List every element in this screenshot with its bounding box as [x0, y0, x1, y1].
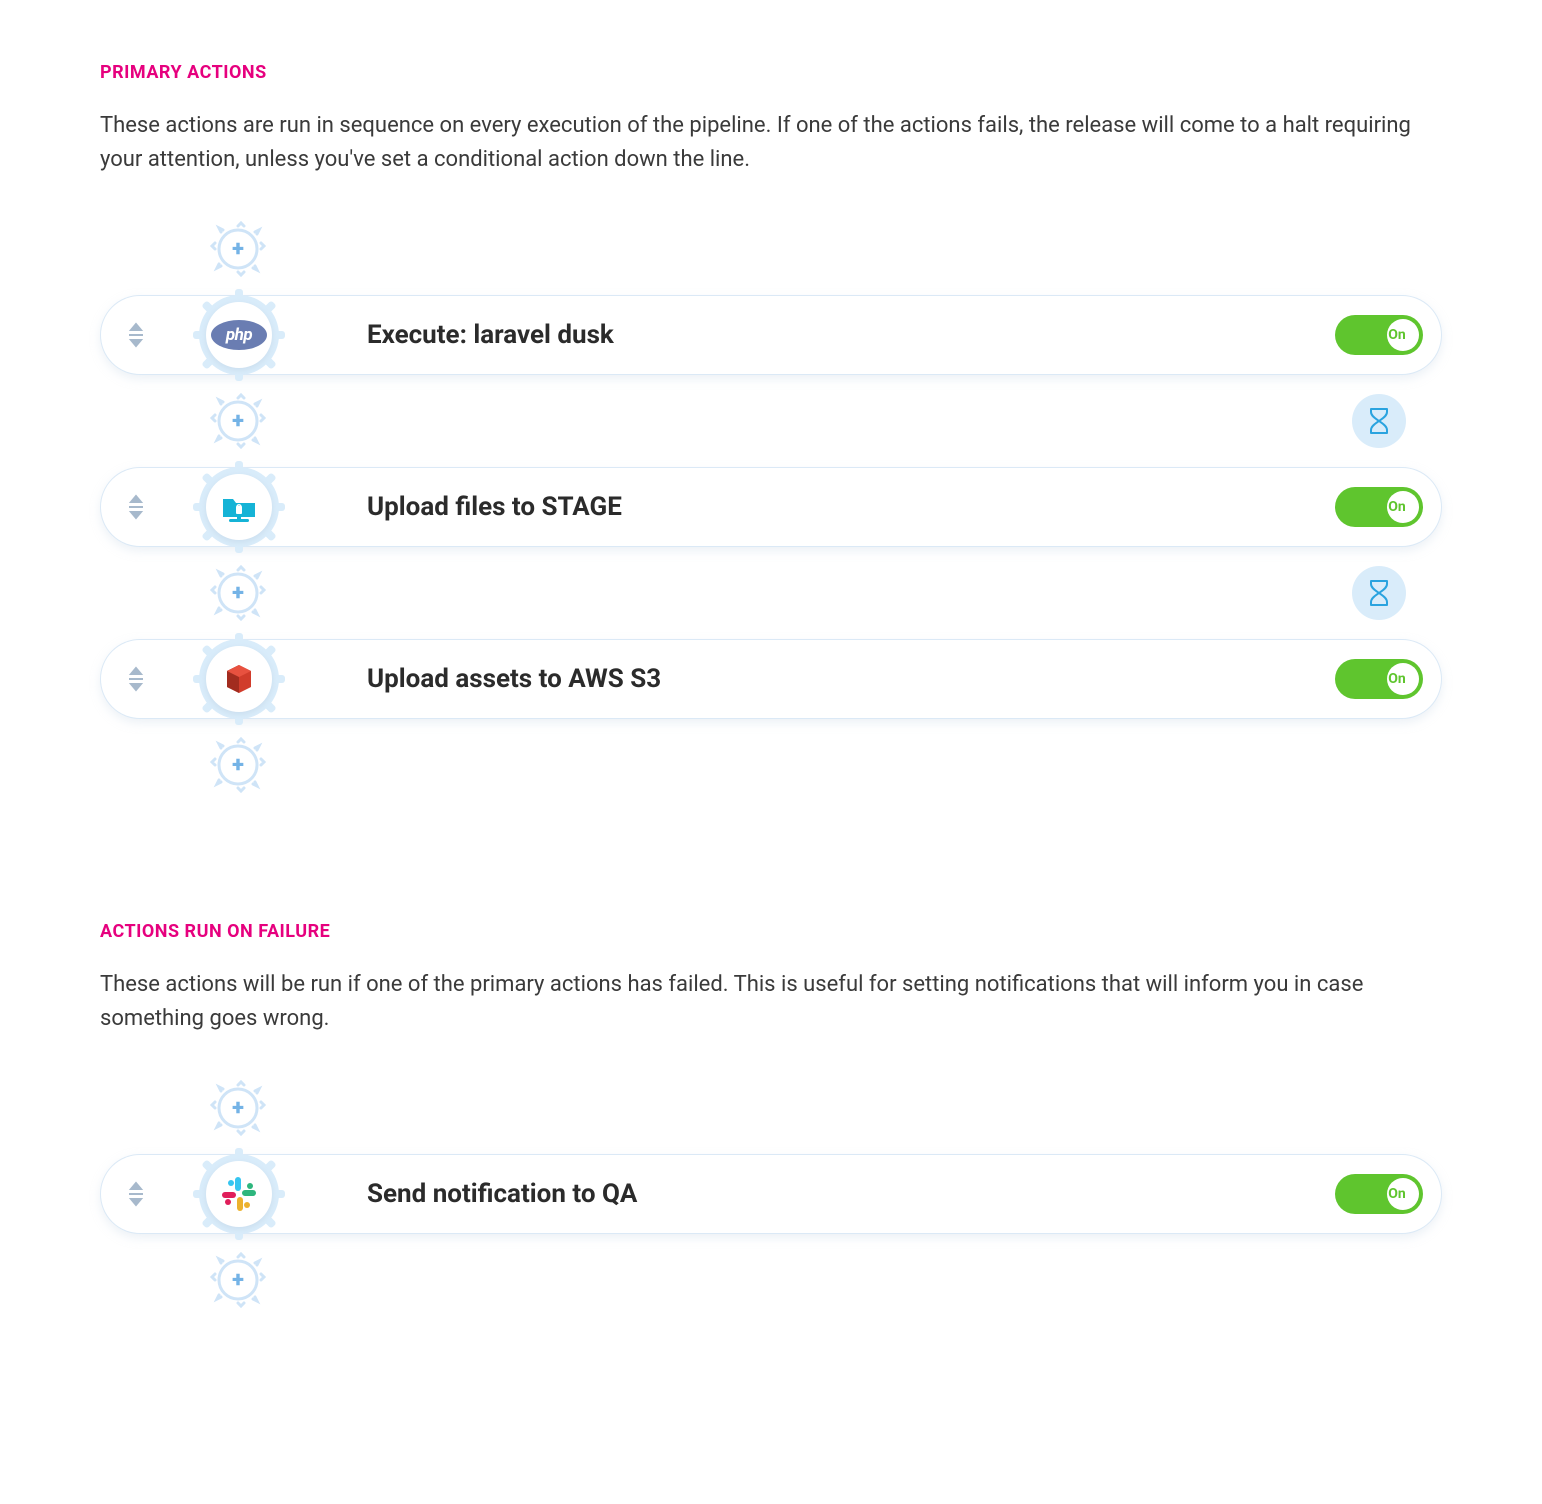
plus-icon: +	[232, 753, 244, 778]
add-step-button[interactable]: +	[209, 220, 267, 278]
connector: +	[100, 375, 1442, 467]
plus-icon: +	[232, 1268, 244, 1293]
drag-handle[interactable]	[101, 322, 157, 348]
action-toggle[interactable]: On	[1335, 315, 1423, 355]
action-send-notification-qa[interactable]: Send notification to QA On	[100, 1154, 1442, 1234]
add-step-button[interactable]: +	[209, 1079, 267, 1137]
failure-pipeline: +	[100, 1062, 1442, 1326]
hourglass-icon	[1367, 407, 1391, 435]
add-step-button[interactable]: +	[209, 392, 267, 450]
action-upload-files-to-stage[interactable]: Upload files to STAGE On	[100, 467, 1442, 547]
add-step-button[interactable]: +	[209, 1251, 267, 1309]
action-icon-gear	[193, 633, 285, 725]
action-execute-laravel-dusk[interactable]: php Execute: laravel dusk On	[100, 295, 1442, 375]
add-step-button[interactable]: +	[209, 736, 267, 794]
drag-handle[interactable]	[101, 666, 157, 692]
slack-icon	[220, 1175, 258, 1213]
primary-actions-heading: PRIMARY ACTIONS	[100, 62, 1442, 83]
action-toggle[interactable]: On	[1335, 1174, 1423, 1214]
connector: +	[100, 719, 1442, 811]
plus-icon: +	[232, 581, 244, 606]
connector: +	[100, 1062, 1442, 1154]
drag-handle[interactable]	[101, 494, 157, 520]
add-step-button[interactable]: +	[209, 564, 267, 622]
toggle-state: On	[1381, 1186, 1413, 1202]
drag-handle[interactable]	[101, 1181, 157, 1207]
plus-icon: +	[232, 1096, 244, 1121]
action-toggle[interactable]: On	[1335, 487, 1423, 527]
action-toggle[interactable]: On	[1335, 659, 1423, 699]
action-label: Upload files to STAGE	[367, 492, 1335, 522]
php-icon: php	[211, 320, 267, 350]
primary-actions-description: These actions are run in sequence on eve…	[100, 109, 1440, 177]
action-label: Execute: laravel dusk	[367, 320, 1335, 350]
action-upload-assets-aws-s3[interactable]: Upload assets to AWS S3 On	[100, 639, 1442, 719]
wait-step-button[interactable]	[1352, 566, 1406, 620]
failure-actions-heading: ACTIONS RUN ON FAILURE	[100, 921, 1442, 942]
action-label: Send notification to QA	[367, 1179, 1335, 1209]
action-icon-gear	[193, 1148, 285, 1240]
plus-icon: +	[232, 237, 244, 262]
toggle-state: On	[1381, 499, 1413, 515]
connector: +	[100, 203, 1442, 295]
action-icon-gear	[193, 461, 285, 553]
connector: +	[100, 547, 1442, 639]
action-label: Upload assets to AWS S3	[367, 664, 1335, 694]
toggle-state: On	[1381, 671, 1413, 687]
aws-s3-icon	[221, 661, 257, 697]
action-icon-gear: php	[193, 289, 285, 381]
plus-icon: +	[232, 409, 244, 434]
toggle-state: On	[1381, 327, 1413, 343]
wait-step-button[interactable]	[1352, 394, 1406, 448]
primary-pipeline: + php Execute: laravel dusk	[100, 203, 1442, 811]
connector: +	[100, 1234, 1442, 1326]
sftp-icon	[219, 489, 259, 525]
failure-actions-description: These actions will be run if one of the …	[100, 968, 1440, 1036]
